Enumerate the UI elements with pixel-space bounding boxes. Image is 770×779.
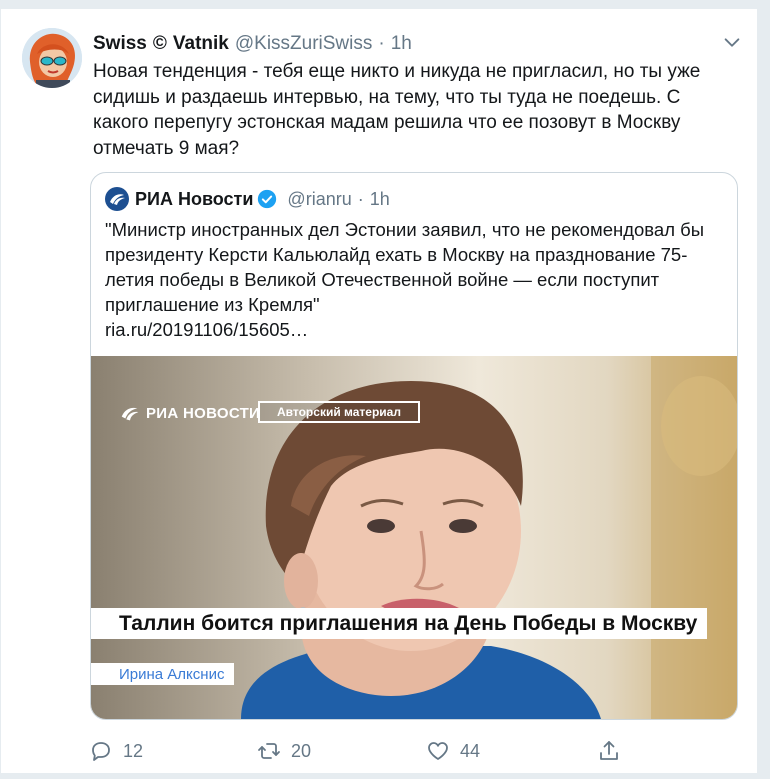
- display-name[interactable]: Swiss: [93, 33, 147, 55]
- retweet-button[interactable]: 20: [257, 739, 311, 763]
- copyright-mark: ©: [152, 33, 167, 54]
- ria-watermark: РИА НОВОСТИ: [119, 402, 260, 424]
- quoted-text-block: "Министр иностранных дел Эстонии заявил,…: [105, 217, 723, 342]
- quoted-link[interactable]: ria.ru/20191106/15605…: [105, 317, 723, 342]
- author-material-badge: Авторский материал: [258, 401, 420, 423]
- quoted-separator-dot: ·: [357, 188, 364, 209]
- verified-badge-icon: [258, 189, 277, 209]
- ria-watermark-icon: [121, 407, 139, 421]
- retweet-icon: [258, 743, 280, 759]
- quoted-tweet[interactable]: РИА Новости @rianru · 1h "Министр иностр…: [90, 172, 738, 720]
- separator-dot: ·: [378, 33, 385, 54]
- avatar[interactable]: [22, 28, 82, 88]
- ria-logo-icon[interactable]: [105, 187, 129, 211]
- quoted-tweet-header: РИА Новости @rianru · 1h: [105, 187, 390, 211]
- share-button[interactable]: [597, 739, 631, 763]
- image-author: Ирина Алкснис: [91, 663, 235, 685]
- quoted-handle[interactable]: @rianru: [287, 189, 351, 210]
- heart-icon: [428, 742, 448, 760]
- image-headline: Таллин боится приглашения на День Победы…: [91, 608, 708, 639]
- quoted-media-image[interactable]: РИА НОВОСТИ Авторский материал Таллин бо…: [91, 356, 737, 719]
- reply-count: 12: [123, 740, 144, 761]
- tweet-text: Новая тенденция - тебя еще никто и никуд…: [93, 61, 701, 159]
- tweet-header: Swiss © Vatnik @KissZuriSwiss · 1h: [93, 33, 412, 55]
- tweet-actions: 12 20 44: [89, 739, 649, 765]
- reply-button[interactable]: 12: [89, 739, 143, 763]
- like-button[interactable]: 44: [426, 739, 480, 763]
- tweet-timestamp[interactable]: 1h: [391, 33, 412, 55]
- avatar-image: [22, 28, 82, 88]
- retweet-count: 20: [291, 740, 312, 761]
- tweet[interactable]: Swiss © Vatnik @KissZuriSwiss · 1h Новая…: [0, 8, 758, 773]
- share-icon: [600, 741, 618, 760]
- like-count: 44: [460, 740, 481, 761]
- quoted-text: "Министр иностранных дел Эстонии заявил,…: [105, 219, 705, 315]
- quoted-display-name[interactable]: РИА Новости: [135, 189, 253, 210]
- user-handle[interactable]: @KissZuriSwiss: [235, 33, 373, 55]
- ria-watermark-text: РИА НОВОСТИ: [146, 404, 261, 422]
- quoted-timestamp[interactable]: 1h: [370, 189, 390, 210]
- chevron-down-icon[interactable]: [721, 32, 743, 54]
- display-name-2[interactable]: Vatnik: [173, 33, 229, 55]
- reply-icon: [92, 742, 110, 761]
